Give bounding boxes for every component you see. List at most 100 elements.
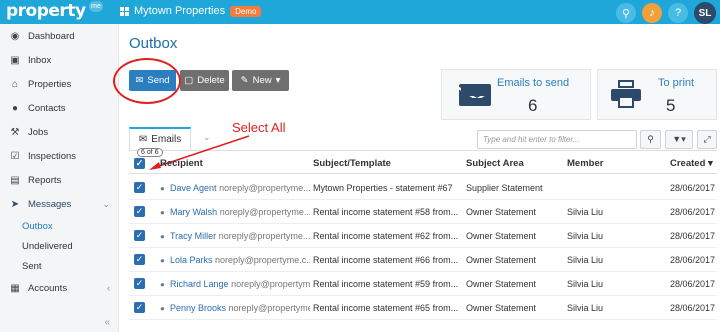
- member-cell: Silvia Liu: [567, 231, 604, 241]
- expand-icon: ⤢: [703, 134, 711, 144]
- table-row[interactable]: ✓ ● Tracy Miller noreply@propertyme... Rent…: [129, 224, 717, 248]
- subject-cell: Rental income statement #58 from...: [313, 207, 459, 217]
- subject-cell: Rental income statement #62 from...: [313, 231, 459, 241]
- expand-button[interactable]: ⤢: [697, 130, 717, 149]
- bell-icon[interactable]: ♪: [642, 3, 662, 23]
- recipient-cell: ● Tracy Miller noreply@propertyme...: [160, 231, 310, 241]
- sidebar-item-reports[interactable]: ▤ Reports: [0, 168, 118, 192]
- logo-me-badge: me: [89, 1, 103, 12]
- sidebar: ◉ Dashboard ▣ Inbox ⌂ Properties ● Contacts …: [0, 24, 119, 332]
- table-row[interactable]: ✓ ● Lola Parks noreply@propertyme.c... Rent…: [129, 248, 717, 272]
- help-icon[interactable]: ?: [668, 3, 688, 23]
- sidebar-item-label: Sent: [22, 260, 42, 272]
- member-cell: Silvia Liu: [567, 279, 604, 289]
- column-member[interactable]: Member: [567, 158, 603, 169]
- created-cell: 28/06/2017: [670, 279, 715, 289]
- created-cell: 28/06/2017: [670, 183, 715, 193]
- stat-label: To print: [658, 77, 695, 89]
- recipient-email: noreply@propertyme...: [219, 183, 310, 193]
- column-subject[interactable]: Subject/Template: [313, 158, 391, 169]
- person-icon: ●: [11, 102, 19, 114]
- caret-down-icon: ▾: [275, 75, 281, 86]
- sidebar-item-label: Messages: [28, 198, 72, 210]
- collapse-sidebar-icon[interactable]: «: [104, 317, 110, 328]
- table-row[interactable]: ✓ ● Richard Lange noreply@propertym... Rent…: [129, 272, 717, 296]
- delete-label: Delete: [197, 75, 225, 86]
- send-icon: ➤: [10, 198, 20, 210]
- column-recipient[interactable]: Recipient: [160, 158, 203, 169]
- person-icon: ●: [160, 208, 165, 217]
- grid-icon: [120, 6, 129, 16]
- envelope-icon: [459, 84, 491, 106]
- to-print-card[interactable]: To print 5: [597, 69, 717, 120]
- trash-icon: ▢: [184, 75, 194, 86]
- recipient-name[interactable]: Tracy Miller: [170, 231, 216, 241]
- created-cell: 28/06/2017: [670, 303, 715, 313]
- recipient-name[interactable]: Richard Lange: [170, 279, 229, 289]
- delete-button[interactable]: ▢ Delete: [180, 70, 229, 91]
- sidebar-item-inspections[interactable]: ☑ Inspections: [0, 144, 118, 168]
- edit-icon: ✎: [240, 75, 249, 86]
- table-row[interactable]: ✓ ● Mary Walsh noreply@propertyme... Rental…: [129, 200, 717, 224]
- row-checkbox[interactable]: ✓: [134, 230, 145, 241]
- emails-to-send-card[interactable]: Emails to send 6: [441, 69, 591, 120]
- column-subject-area[interactable]: Subject Area: [466, 158, 524, 169]
- sidebar-item-dashboard[interactable]: ◉ Dashboard: [0, 24, 118, 48]
- subject-area-cell: Owner Statement: [466, 255, 537, 265]
- sidebar-item-accounts[interactable]: ▦ Accounts ‹: [0, 276, 118, 300]
- sidebar-item-outbox[interactable]: Outbox: [0, 216, 118, 236]
- row-checkbox[interactable]: ✓: [134, 302, 145, 313]
- filter-button[interactable]: ▼▾: [665, 130, 693, 149]
- table-row[interactable]: ✓ ● Dave Agent noreply@propertyme... Mytown…: [129, 176, 717, 200]
- sidebar-item-label: Inspections: [28, 150, 77, 162]
- dashboard-icon: ◉: [10, 30, 20, 42]
- chevron-left-icon: ‹: [107, 283, 110, 293]
- person-icon: ●: [160, 184, 165, 193]
- row-checkbox[interactable]: ✓: [134, 182, 145, 193]
- sidebar-item-contacts[interactable]: ● Contacts: [0, 96, 118, 120]
- row-checkbox[interactable]: ✓: [134, 278, 145, 289]
- table-row[interactable]: ✓ ● Penny Brooks noreply@propertyme...Rent…: [129, 296, 717, 320]
- sidebar-item-label: Dashboard: [28, 30, 75, 42]
- org-switcher[interactable]: Mytown Properties Demo: [120, 5, 262, 17]
- recipient-email: noreply@propertyme.c...: [215, 255, 310, 265]
- clipboard-icon: ☑: [10, 150, 20, 162]
- sidebar-item-label: Properties: [28, 78, 72, 90]
- user-avatar[interactable]: SL: [694, 2, 716, 24]
- app-logo[interactable]: property: [6, 1, 86, 21]
- created-cell: 28/06/2017: [670, 207, 715, 217]
- funnel-icon: ▼▾: [672, 134, 686, 144]
- person-icon: ●: [160, 256, 165, 265]
- subject-area-cell: Owner Statement: [466, 303, 537, 313]
- select-all-checkbox[interactable]: ✓: [134, 158, 145, 169]
- member-cell: Silvia Liu: [567, 303, 604, 313]
- sidebar-item-sent[interactable]: Sent: [0, 256, 118, 276]
- row-checkbox[interactable]: ✓: [134, 206, 145, 217]
- sidebar-item-messages[interactable]: ➤ Messages ⌄: [0, 192, 118, 216]
- recipient-cell: ● Mary Walsh noreply@propertyme...: [160, 207, 310, 217]
- search-button[interactable]: ⚲: [640, 130, 661, 149]
- recipient-name[interactable]: Mary Walsh: [170, 207, 217, 217]
- filter-input[interactable]: Type and hit enter to filter...: [477, 130, 637, 149]
- sidebar-item-jobs[interactable]: ⚒ Jobs: [0, 120, 118, 144]
- subject-cell: Mytown Properties - statement #67: [313, 183, 453, 193]
- sidebar-item-inbox[interactable]: ▣ Inbox: [0, 48, 118, 72]
- inbox-icon: ▣: [10, 54, 20, 66]
- stat-label: Emails to send: [497, 77, 570, 89]
- subject-cell: Rental income statement #66 from...: [313, 255, 459, 265]
- home-icon: ⌂: [11, 78, 19, 90]
- sidebar-item-label: Reports: [28, 174, 62, 186]
- recipient-name[interactable]: Lola Parks: [170, 255, 213, 265]
- new-label: New: [252, 75, 272, 86]
- sidebar-item-undelivered[interactable]: Undelivered: [0, 236, 118, 256]
- created-cell: 28/06/2017: [670, 231, 715, 241]
- accounts-icon: ▦: [10, 282, 20, 294]
- search-icon[interactable]: ⚲: [616, 3, 636, 23]
- recipient-name[interactable]: Dave Agent: [170, 183, 217, 193]
- sidebar-item-properties[interactable]: ⌂ Properties: [0, 72, 118, 96]
- new-button[interactable]: ✎ New ▾: [232, 70, 289, 91]
- recipient-cell: ● Dave Agent noreply@propertyme...: [160, 183, 310, 193]
- row-checkbox[interactable]: ✓: [134, 254, 145, 265]
- recipient-name[interactable]: Penny Brooks: [170, 303, 226, 313]
- column-created[interactable]: Created ▾: [670, 158, 713, 169]
